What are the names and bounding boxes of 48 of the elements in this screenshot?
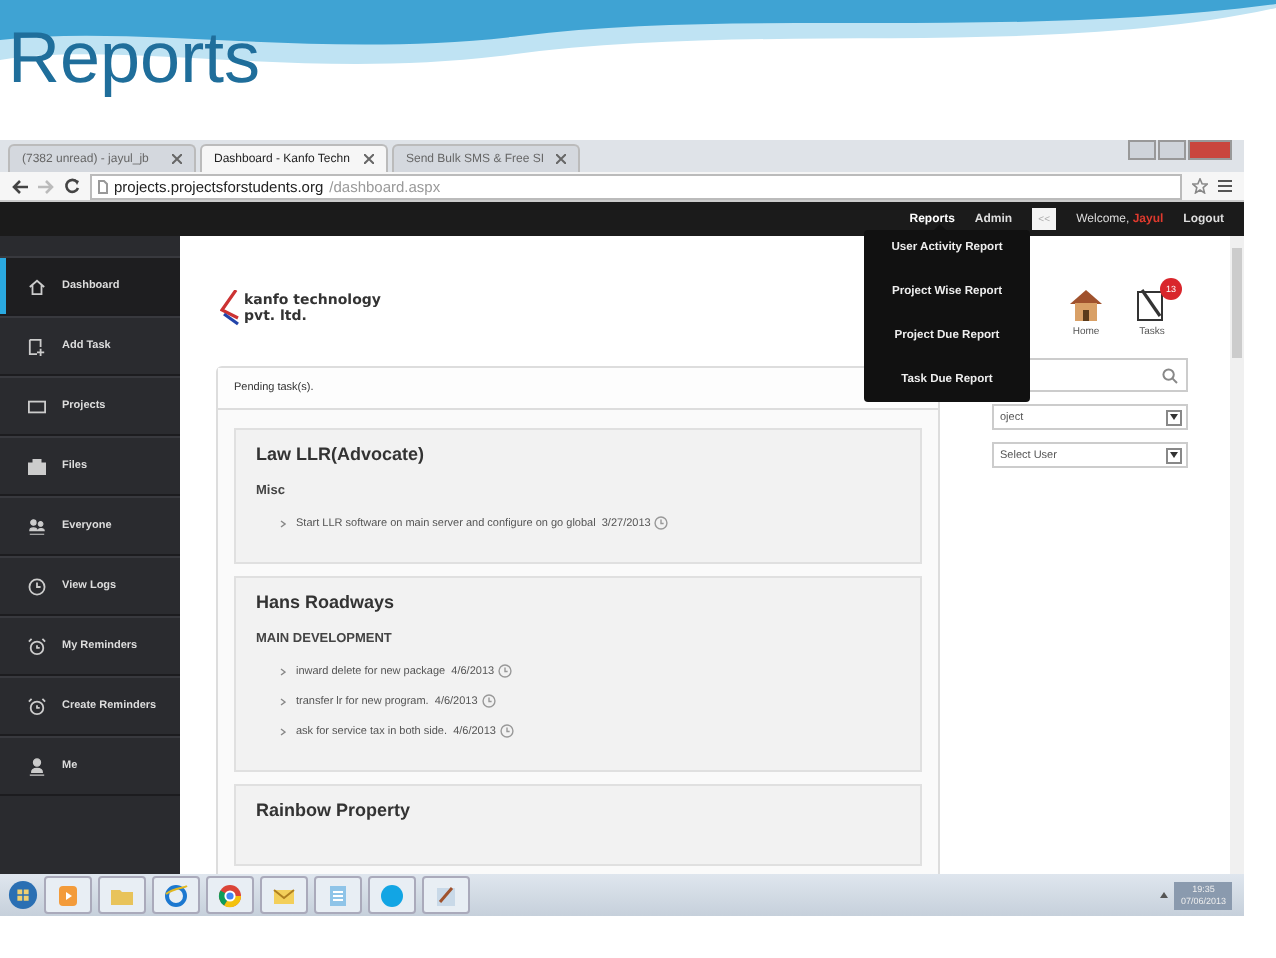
close-icon[interactable]: [364, 154, 374, 164]
house-icon: [28, 277, 46, 295]
clock-icon[interactable]: [481, 694, 496, 708]
close-icon[interactable]: [556, 154, 567, 164]
close-button[interactable]: [1188, 140, 1232, 160]
page-icon: [98, 179, 108, 193]
rectangle-icon: [28, 397, 46, 415]
alarm-clock-icon: [28, 697, 46, 715]
people-icon: [28, 517, 46, 535]
chevron-icon: [280, 697, 286, 705]
alarm-clock-icon: [28, 637, 46, 655]
minimize-button[interactable]: [1128, 140, 1156, 160]
globe-icon[interactable]: [152, 876, 200, 914]
chevron-icon: [280, 727, 286, 735]
clock-icon[interactable]: [654, 516, 669, 530]
start-icon[interactable]: [8, 880, 38, 910]
search-icon[interactable]: [1162, 367, 1178, 383]
menu-icon[interactable]: [1218, 180, 1232, 192]
clock-icon[interactable]: [499, 724, 514, 738]
star-icon[interactable]: [1192, 178, 1208, 194]
scrollbar[interactable]: [1230, 236, 1244, 874]
dropdown-arrow-icon: [1166, 409, 1182, 425]
logo-icon: [220, 290, 240, 326]
notepad-icon[interactable]: [314, 876, 362, 914]
project-name: Hans Roadways: [256, 592, 397, 612]
envelope-icon[interactable]: [260, 876, 308, 914]
project-name: Rainbow Property: [256, 800, 413, 820]
tray-arrow-icon[interactable]: [1160, 892, 1169, 898]
clock-icon: [28, 577, 46, 595]
maximize-button[interactable]: [1158, 140, 1186, 160]
slide-title: Reports: [8, 16, 261, 100]
back-icon[interactable]: [12, 179, 28, 193]
clock-icon[interactable]: [498, 664, 513, 678]
briefcase-icon: [28, 457, 46, 475]
folder-icon[interactable]: [98, 876, 146, 914]
add-page-icon: [28, 337, 46, 355]
forward-icon[interactable]: [38, 179, 54, 193]
brush-icon[interactable]: [422, 876, 470, 914]
play-icon[interactable]: [44, 876, 92, 914]
house-icon: [1068, 288, 1104, 322]
project-name: Law LLR(Advocate): [256, 444, 427, 464]
chevron-icon: [280, 519, 286, 527]
reload-icon[interactable]: [64, 178, 80, 194]
chevron-icon: [280, 667, 286, 675]
person-icon: [28, 757, 46, 775]
dropdown-arrow-icon: [1166, 447, 1182, 463]
close-icon[interactable]: [172, 154, 182, 164]
notepad-pencil-icon: [1136, 288, 1168, 322]
